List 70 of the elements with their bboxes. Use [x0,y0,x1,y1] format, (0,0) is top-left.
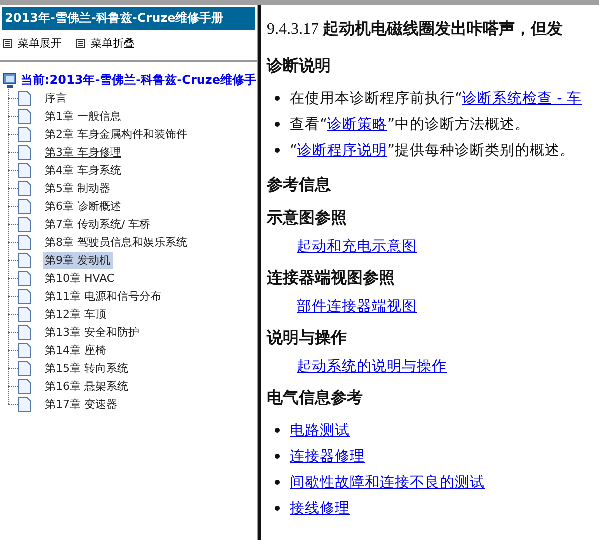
tree-item[interactable]: 第4章 车身系统 [43,162,124,178]
tree-item[interactable]: 第7章 传动系统/ 车桥 [43,216,153,232]
tree-item[interactable]: 第10章 HVAC [43,270,117,286]
link[interactable]: 诊断程序说明 [298,142,388,158]
document-icon [18,324,31,340]
link[interactable]: 接线修理 [290,498,350,518]
section-heading: 示意图参照 [267,208,348,229]
tree-item[interactable]: 第15章 转向系统 [43,360,130,376]
list-icon [76,39,85,48]
document-icon [18,342,31,358]
link[interactable]: 电路测试 [290,420,350,440]
document-icon [18,144,31,160]
tree-item[interactable]: 第3章 车身修理 [43,144,124,160]
section-heading: 说明与操作 [267,328,348,349]
section-heading: 连接器端视图参照 [267,268,396,289]
computer-icon [3,72,17,88]
tree-item[interactable]: 第1章 一般信息 [43,108,124,124]
bullet-icon [275,454,280,458]
bullet-icon [275,506,280,510]
tree-item[interactable]: 第5章 制动器 [43,180,112,196]
link[interactable]: 起动和充电示意图 [297,239,417,255]
section-heading: 诊断说明 [267,56,332,77]
menu-toggle-link[interactable]: 菜单展开 [3,36,62,51]
manual-title-bar: 2013年-雪佛兰-科鲁兹-Cruze维修手册 [2,7,255,30]
link[interactable]: 诊断系统检查 - 车 [462,90,582,106]
document-icon [18,396,31,412]
page-title: 9.4.3.17 起动机电磁线圈发出咔嗒声，但发 [267,19,564,40]
document-icon [18,378,31,394]
tree-item[interactable]: 第12章 车顶 [43,306,108,322]
tree-item[interactable]: 第11章 电源和信号分布 [43,288,164,304]
document-icon [18,288,31,304]
tree-item[interactable]: 第16章 悬架系统 [43,378,130,394]
list-icon [3,39,12,48]
section-heading: 参考信息 [267,175,332,196]
tree-item[interactable]: 第14章 座椅 [43,342,108,358]
bullet-text: 在使用本诊断程序前执行“诊断系统检查 - 车 [290,90,582,108]
document-icon [18,270,31,286]
bullet-text: “诊断程序说明”提供每种诊断类别的概述。 [290,142,576,160]
document-icon [18,180,31,196]
document-icon [18,198,31,214]
tree-item[interactable]: 第13章 安全和防护 [43,324,142,340]
document-icon [18,252,31,268]
document-icon [18,162,31,178]
menu-toggle-link[interactable]: 菜单折叠 [76,36,135,51]
bullet-icon [275,148,280,152]
document-icon [18,126,31,142]
tree-item[interactable]: 第8章 驾驶员信息和娱乐系统 [43,234,190,250]
bullet-icon [275,428,280,432]
bullet-icon [275,96,280,100]
document-icon [18,306,31,322]
link[interactable]: 诊断策略 [328,116,388,132]
document-icon [18,234,31,250]
tree-root-label[interactable]: 当前:2013年-雪佛兰-科鲁兹-Cruze维修手 [21,72,257,89]
link[interactable]: 起动系统的说明与操作 [297,359,447,375]
tree-item[interactable]: 第6章 诊断概述 [43,198,124,214]
tree-item[interactable]: 第2章 车身金属构件和装饰件 [43,126,190,142]
document-icon [18,90,31,106]
link[interactable]: 部件连接器端视图 [297,299,417,315]
section-heading: 电气信息参考 [267,388,364,409]
tree-item[interactable]: 序言 [43,90,69,106]
document-icon [18,216,31,232]
document-icon [18,108,31,124]
document-icon [18,360,31,376]
link[interactable]: 连接器修理 [290,446,365,466]
link[interactable]: 间歇性故障和连接不良的测试 [290,472,485,492]
tree-item[interactable]: 第17章 变速器 [43,396,120,412]
bullet-icon [275,480,280,484]
bullet-text: 查看“诊断策略”中的诊断方法概述。 [290,116,530,134]
bullet-icon [275,122,280,126]
tree-item[interactable]: 第9章 发动机 [43,252,112,268]
